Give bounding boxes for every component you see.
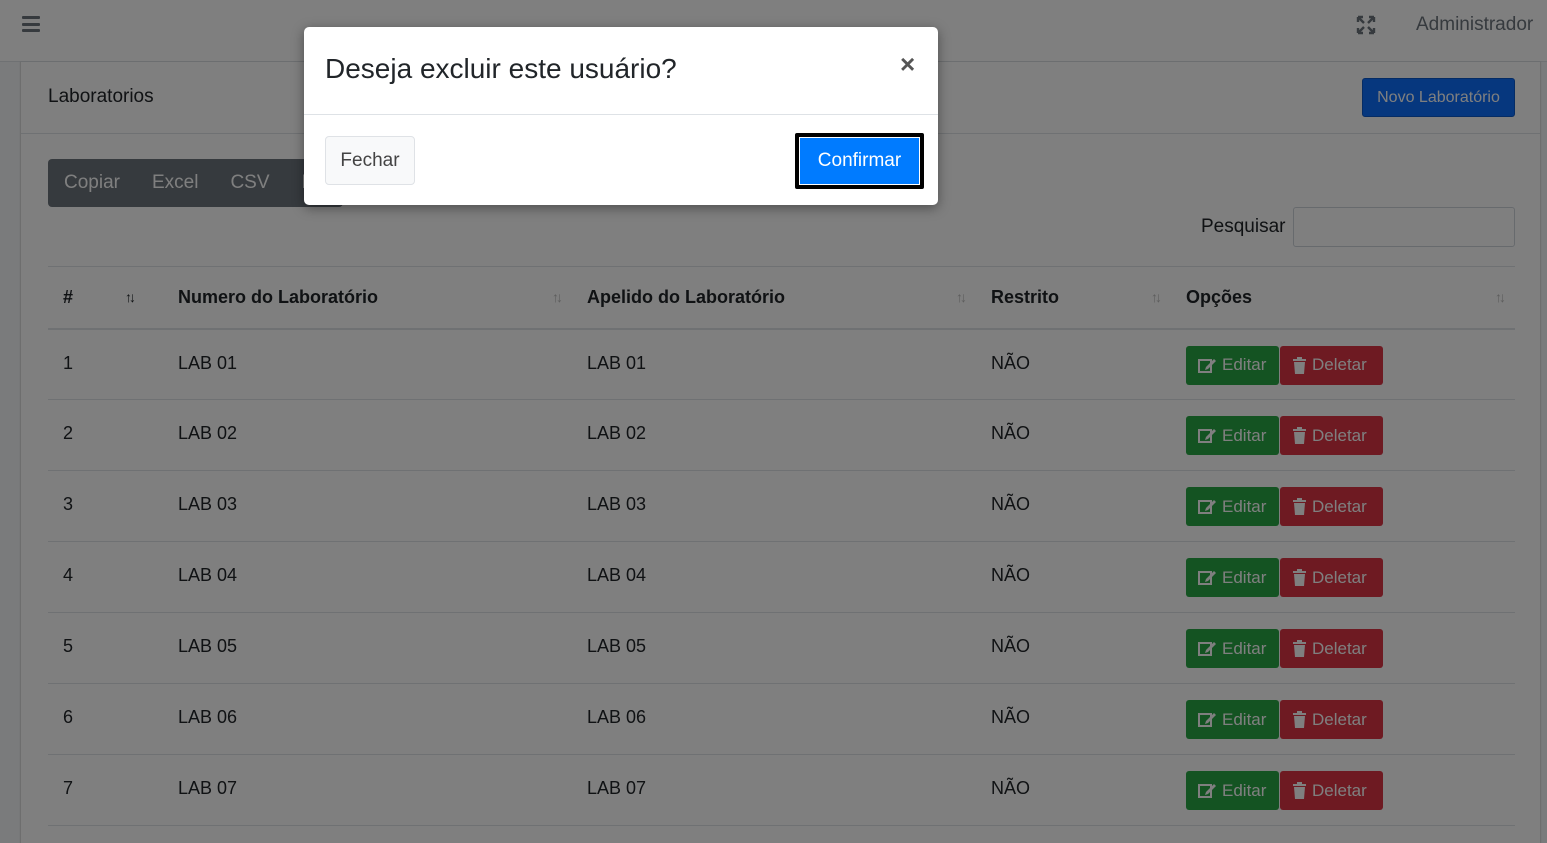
modal-title: Deseja excluir este usuário? (325, 53, 677, 84)
close-button[interactable]: Fechar (325, 136, 415, 185)
modal-header: Deseja excluir este usuário? × (304, 27, 938, 115)
close-icon[interactable]: × (900, 49, 915, 80)
confirm-button[interactable]: Confirmar (795, 133, 924, 189)
delete-confirm-modal: Deseja excluir este usuário? × Fechar Co… (304, 27, 938, 205)
